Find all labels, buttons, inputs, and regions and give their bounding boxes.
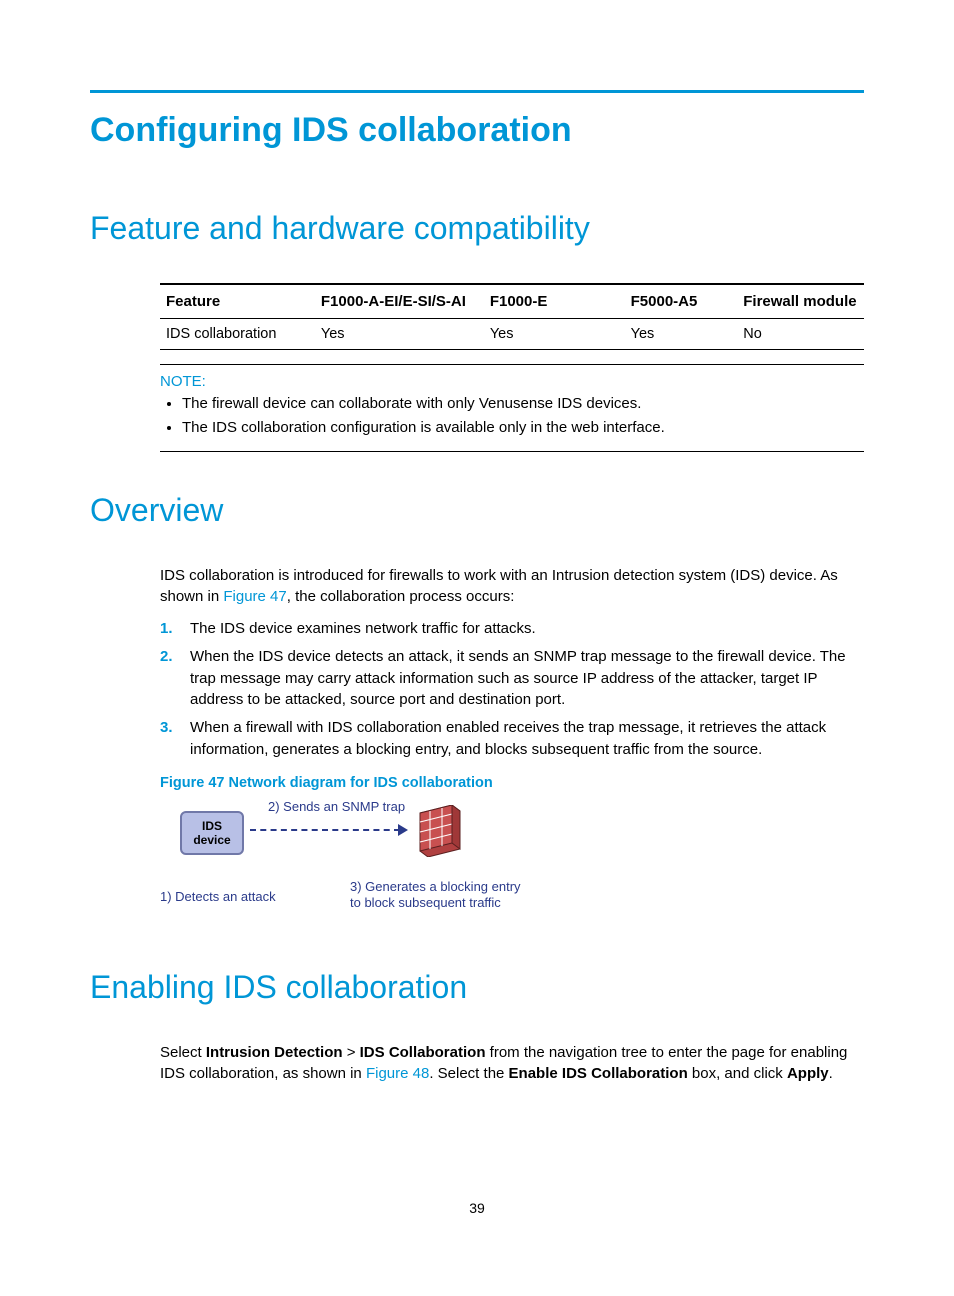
th-f1000a: F1000-A-EI/E-SI/S-AI [315, 284, 484, 319]
section-overview-heading: Overview [90, 492, 864, 529]
step-2: When the IDS device detects an attack, i… [160, 646, 864, 711]
enable-text-j: . [829, 1065, 833, 1082]
td-f1000e: Yes [484, 319, 625, 350]
block-line-2: to block subsequent traffic [350, 895, 501, 910]
note-item: The IDS collaboration configuration is a… [182, 418, 864, 438]
figure-47-diagram: IDS device 2) Sends an SNMP trap [160, 799, 560, 929]
overview-paragraph: IDS collaboration is introduced for fire… [160, 565, 864, 609]
ids-label-2: device [193, 833, 230, 847]
block-line-1: 3) Generates a blocking entry [350, 879, 521, 894]
nav-ids-collaboration: IDS Collaboration [360, 1044, 486, 1061]
enable-text-f: . Select the [429, 1065, 508, 1082]
title-rule [90, 90, 864, 93]
nav-intrusion-detection: Intrusion Detection [206, 1044, 343, 1061]
section-compat-heading: Feature and hardware compatibility [90, 210, 864, 247]
step-3: When a firewall with IDS collaboration e… [160, 717, 864, 761]
firewall-icon [412, 805, 468, 862]
figure-47-caption: Figure 47 Network diagram for IDS collab… [160, 775, 864, 791]
steps-list: The IDS device examines network traffic … [160, 618, 864, 761]
enable-paragraph: Select Intrusion Detection > IDS Collabo… [160, 1042, 864, 1086]
td-f5000a5: Yes [625, 319, 738, 350]
th-f5000a5: F5000-A5 [625, 284, 738, 319]
section-enable-heading: Enabling IDS collaboration [90, 969, 864, 1006]
snmp-arrow-head-icon [398, 824, 408, 836]
figure-48-link[interactable]: Figure 48 [366, 1065, 429, 1082]
enable-text-a: Select [160, 1044, 206, 1061]
enable-text-h: box, and click [688, 1065, 787, 1082]
page-number: 39 [0, 1200, 954, 1216]
figure-47-link[interactable]: Figure 47 [223, 588, 286, 605]
ids-label-1: IDS [202, 819, 222, 833]
step-1: The IDS device examines network traffic … [160, 618, 864, 640]
table-row: IDS collaboration Yes Yes Yes No [160, 319, 864, 350]
th-fwmodule: Firewall module [737, 284, 864, 319]
page-title: Configuring IDS collaboration [90, 111, 864, 150]
note-item: The firewall device can collaborate with… [182, 394, 864, 414]
overview-text-b: , the collaboration process occurs: [287, 588, 515, 605]
detect-attack-label: 1) Detects an attack [160, 889, 276, 904]
th-feature: Feature [160, 284, 315, 319]
compat-table: Feature F1000-A-EI/E-SI/S-AI F1000-E F50… [160, 283, 864, 350]
note-block: NOTE: The firewall device can collaborat… [160, 364, 864, 452]
td-fwmodule: No [737, 319, 864, 350]
ids-device-icon: IDS device [180, 811, 244, 855]
enable-ids-checkbox-label: Enable IDS Collaboration [509, 1065, 688, 1082]
blocking-entry-label: 3) Generates a blocking entry to block s… [350, 879, 521, 913]
note-label: NOTE: [160, 373, 864, 390]
td-feature: IDS collaboration [160, 319, 315, 350]
snmp-arrow-line [250, 829, 400, 831]
td-f1000a: Yes [315, 319, 484, 350]
apply-button-label: Apply [787, 1065, 829, 1082]
th-f1000e: F1000-E [484, 284, 625, 319]
enable-text-c: > [343, 1044, 360, 1061]
snmp-trap-label: 2) Sends an SNMP trap [268, 799, 405, 814]
